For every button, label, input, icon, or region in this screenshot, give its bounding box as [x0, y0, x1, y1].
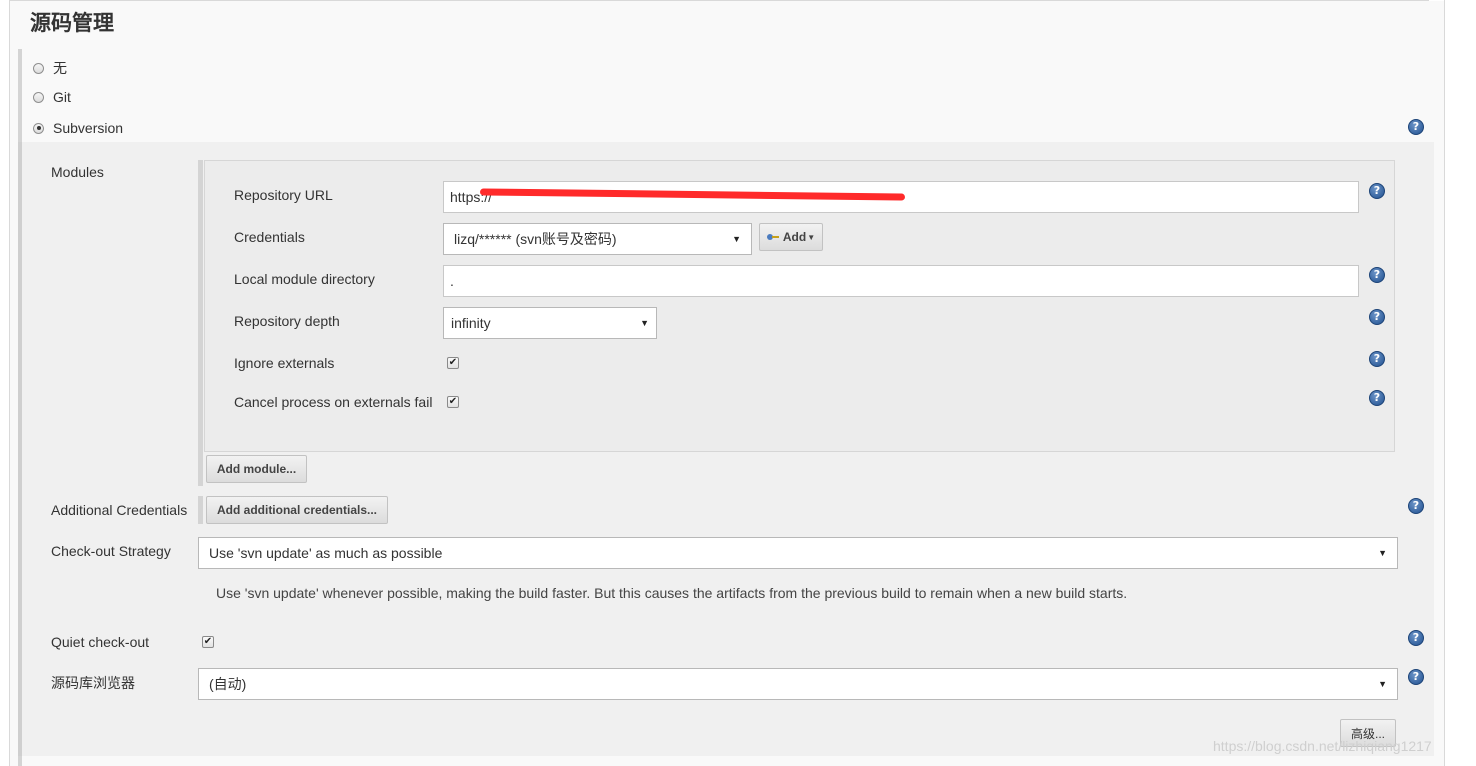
chevron-down-icon: ▼: [1378, 548, 1387, 558]
checkout-strategy-select[interactable]: Use 'svn update' as much as possible ▼: [198, 537, 1398, 569]
key-icon: [766, 233, 779, 241]
repository-depth-value: infinity: [451, 315, 491, 331]
repo-browser-label: 源码库浏览器: [51, 675, 135, 691]
ignore-externals-help-icon[interactable]: ?: [1369, 351, 1385, 367]
local-module-dir-help-icon[interactable]: ?: [1369, 267, 1385, 283]
add-credentials-button[interactable]: Add ▼: [759, 223, 823, 251]
local-module-dir-label: Local module directory: [234, 271, 375, 287]
modules-label: Modules: [51, 164, 104, 180]
radio-label-none: 无: [53, 60, 67, 76]
radio-label-git: Git: [53, 89, 71, 105]
additional-credentials-label: Additional Credentials: [51, 502, 188, 518]
local-module-dir-value: .: [450, 273, 454, 289]
radio-button-none[interactable]: [33, 62, 44, 74]
repo-browser-select[interactable]: (自动) ▼: [198, 668, 1398, 700]
credentials-label: Credentials: [234, 229, 305, 245]
subversion-config-bar: [18, 142, 22, 756]
watermark: https://blog.csdn.net/lizhiqiang1217: [1213, 738, 1432, 754]
cancel-externals-checkbox[interactable]: ✔: [447, 396, 459, 408]
add-credentials-label: Add: [782, 230, 807, 244]
repo-browser-help-icon[interactable]: ?: [1408, 669, 1424, 685]
subversion-help-icon[interactable]: ?: [1408, 119, 1424, 135]
checkout-strategy-description: Use 'svn update' whenever possible, maki…: [216, 585, 1128, 601]
additional-credentials-bar: [198, 496, 203, 524]
repository-url-label: Repository URL: [234, 187, 333, 203]
repository-depth-label: Repository depth: [234, 313, 340, 329]
cancel-externals-label: Cancel process on externals fail: [234, 394, 433, 410]
repository-url-help-icon[interactable]: ?: [1369, 183, 1385, 199]
checkout-strategy-label: Check-out Strategy: [51, 543, 171, 559]
modules-bar: [198, 160, 203, 486]
add-additional-credentials-button[interactable]: Add additional credentials...: [206, 496, 388, 524]
radio-label-subversion: Subversion: [53, 120, 124, 136]
chevron-down-icon: ▼: [640, 318, 649, 328]
radio-button-git[interactable]: [33, 91, 44, 103]
section-title: 源码管理: [30, 11, 114, 35]
chevron-down-icon: ▼: [1378, 679, 1387, 689]
quiet-checkout-help-icon[interactable]: ?: [1408, 630, 1424, 646]
dropdown-arrow-icon: ▼: [807, 232, 816, 242]
repository-depth-help-icon[interactable]: ?: [1369, 309, 1385, 325]
chevron-down-icon: ▼: [732, 234, 741, 244]
repository-depth-select[interactable]: infinity ▼: [443, 307, 657, 339]
radio-option-subversion[interactable]: Subversion: [33, 120, 123, 136]
radio-button-subversion[interactable]: [33, 122, 44, 134]
frame-left-border: [9, 0, 10, 766]
local-module-dir-input[interactable]: .: [443, 265, 1359, 297]
cancel-externals-help-icon[interactable]: ?: [1369, 390, 1385, 406]
quiet-checkout-checkbox[interactable]: ✔: [202, 636, 214, 648]
radio-option-git[interactable]: Git: [33, 89, 71, 105]
ignore-externals-label: Ignore externals: [234, 355, 335, 371]
checkout-strategy-value: Use 'svn update' as much as possible: [209, 545, 443, 561]
repo-browser-value: (自动): [209, 676, 247, 692]
quiet-checkout-label: Quiet check-out: [51, 634, 150, 650]
radio-option-none[interactable]: 无: [33, 58, 67, 78]
credentials-value: lizq/****** (svn账号及密码): [454, 231, 617, 247]
frame-top-border: [9, 0, 1429, 1]
additional-credentials-help-icon[interactable]: ?: [1408, 498, 1424, 514]
frame-right-border: [1444, 0, 1445, 766]
add-module-button[interactable]: Add module...: [206, 455, 307, 483]
ignore-externals-checkbox[interactable]: ✔: [447, 357, 459, 369]
credentials-select[interactable]: lizq/****** (svn账号及密码) ▼: [443, 223, 752, 255]
